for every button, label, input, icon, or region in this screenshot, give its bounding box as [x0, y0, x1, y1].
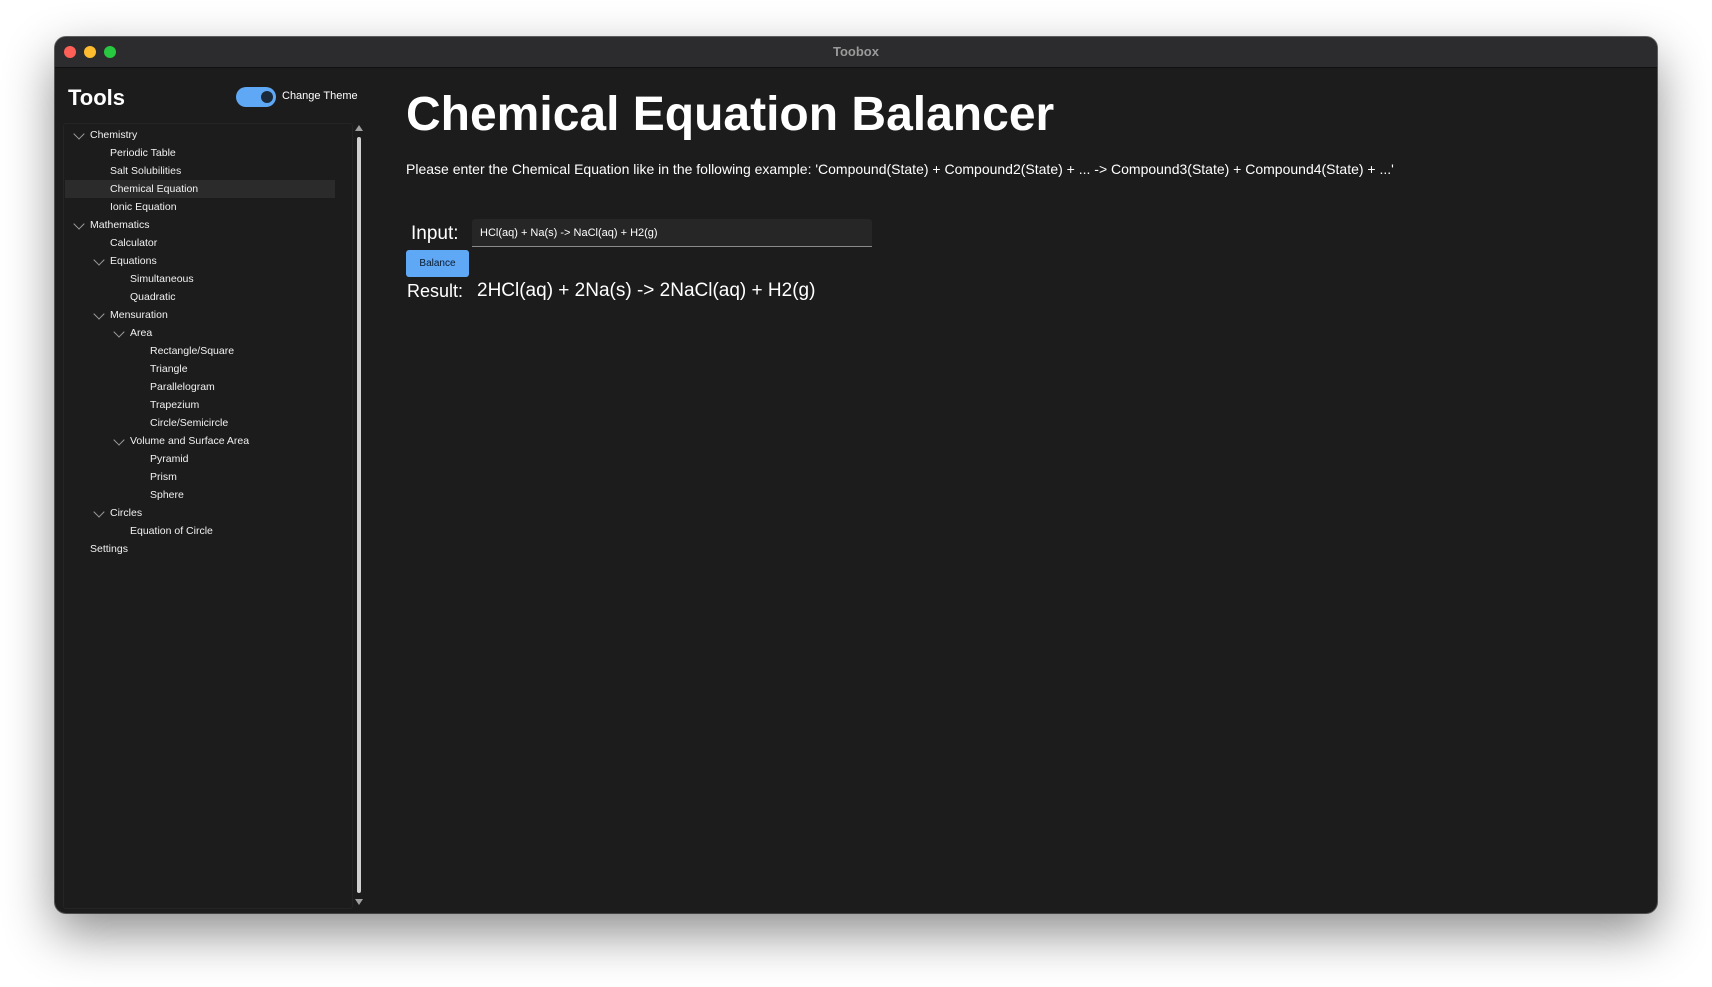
- scroll-thumb[interactable]: [357, 137, 361, 893]
- app-window: Toobox Tools Change Theme Chemistry Perio…: [55, 37, 1657, 913]
- tree-item[interactable]: Sphere: [65, 486, 335, 504]
- tree-item[interactable]: Calculator: [65, 234, 335, 252]
- tree-item[interactable]: Chemical Equation: [65, 180, 335, 198]
- tree-item[interactable]: Equation of Circle: [65, 522, 335, 540]
- balance-button[interactable]: Balance: [406, 250, 469, 277]
- chevron-down-icon[interactable]: [113, 326, 125, 338]
- tree-item[interactable]: Trapezium: [65, 396, 335, 414]
- change-theme-label: Change Theme: [282, 90, 358, 102]
- tree-item-label: Mathematics: [90, 219, 150, 231]
- tree-item-label: Ionic Equation: [110, 201, 177, 213]
- tree-item-label: Equations: [110, 255, 157, 267]
- tree-item[interactable]: Settings: [65, 540, 335, 558]
- tree-item-label: Salt Solubilities: [110, 165, 182, 177]
- tree-item-label: Quadratic: [130, 291, 176, 303]
- tree-item-label: Prism: [150, 471, 177, 483]
- tree-item-label: Area: [130, 327, 153, 339]
- page-title: Chemical Equation Balancer: [406, 88, 1055, 141]
- instruction-text: Please enter the Chemical Equation like …: [406, 161, 1394, 177]
- tree-item-label: Triangle: [150, 363, 188, 375]
- tree-item[interactable]: Quadratic: [65, 288, 335, 306]
- tree-item[interactable]: Circle/Semicircle: [65, 414, 335, 432]
- window-title: Toobox: [833, 44, 879, 59]
- tree-item[interactable]: Prism: [65, 468, 335, 486]
- tree-item[interactable]: Chemistry: [65, 126, 335, 144]
- tree-item-label: Calculator: [110, 237, 158, 249]
- tree-item[interactable]: Ionic Equation: [65, 198, 335, 216]
- tree-item[interactable]: Mensuration: [65, 306, 335, 324]
- tools-tree: Chemistry Periodic Table Salt Solubilities…: [63, 123, 353, 909]
- equation-input[interactable]: [472, 219, 872, 247]
- tree-item[interactable]: Periodic Table: [65, 144, 335, 162]
- sidebar-title: Tools: [68, 85, 126, 110]
- tree-item[interactable]: Parallelogram: [65, 378, 335, 396]
- chevron-down-icon[interactable]: [93, 506, 105, 518]
- tree-item-label: Simultaneous: [130, 273, 194, 285]
- tree-item[interactable]: Salt Solubilities: [65, 162, 335, 180]
- title-bar: Toobox: [55, 37, 1657, 68]
- chevron-down-icon[interactable]: [93, 308, 105, 320]
- chevron-down-icon[interactable]: [73, 128, 85, 140]
- result-value: 2HCl(aq) + 2Na(s) -> 2NaCl(aq) + H2(g): [477, 280, 816, 301]
- tree-item[interactable]: Equations: [65, 252, 335, 270]
- tree-item[interactable]: Volume and Surface Area: [65, 432, 335, 450]
- tree-item-label: Circle/Semicircle: [150, 417, 229, 429]
- tree-item-label: Volume and Surface Area: [130, 435, 250, 447]
- tree-scrollbar[interactable]: [353, 125, 365, 905]
- tree-item-label: Pyramid: [150, 453, 189, 465]
- change-theme-toggle[interactable]: [236, 87, 276, 107]
- tree-item-label: Settings: [90, 543, 128, 555]
- tree-item-label: Rectangle/Square: [150, 345, 235, 357]
- tree-item-label: Mensuration: [110, 309, 168, 321]
- chevron-down-icon[interactable]: [113, 434, 125, 446]
- tree-item[interactable]: Circles: [65, 504, 335, 522]
- chevron-down-icon[interactable]: [93, 254, 105, 266]
- scroll-up-arrow-icon[interactable]: [355, 125, 363, 131]
- tree-item[interactable]: Pyramid: [65, 450, 335, 468]
- tree-item-label: Circles: [110, 507, 143, 519]
- tree-item-label: Sphere: [150, 489, 184, 501]
- tree-item[interactable]: Area: [65, 324, 335, 342]
- tree-item[interactable]: Simultaneous: [65, 270, 335, 288]
- tree-item[interactable]: Mathematics: [65, 216, 335, 234]
- input-label: Input:: [411, 223, 459, 244]
- result-label: Result:: [407, 281, 464, 301]
- chevron-down-icon[interactable]: [73, 218, 85, 230]
- tree-item-label: Parallelogram: [150, 381, 215, 393]
- tree-item-label: Chemical Equation: [110, 183, 199, 195]
- tree-item-label: Equation of Circle: [130, 525, 213, 537]
- tree-item-label: Chemistry: [90, 129, 138, 141]
- scroll-down-arrow-icon[interactable]: [355, 899, 363, 905]
- tree-item[interactable]: Rectangle/Square: [65, 342, 335, 360]
- toggle-knob: [261, 91, 273, 103]
- tree-item[interactable]: Triangle: [65, 360, 335, 378]
- tree-item-label: Trapezium: [150, 399, 200, 411]
- tree-item-label: Periodic Table: [110, 147, 176, 159]
